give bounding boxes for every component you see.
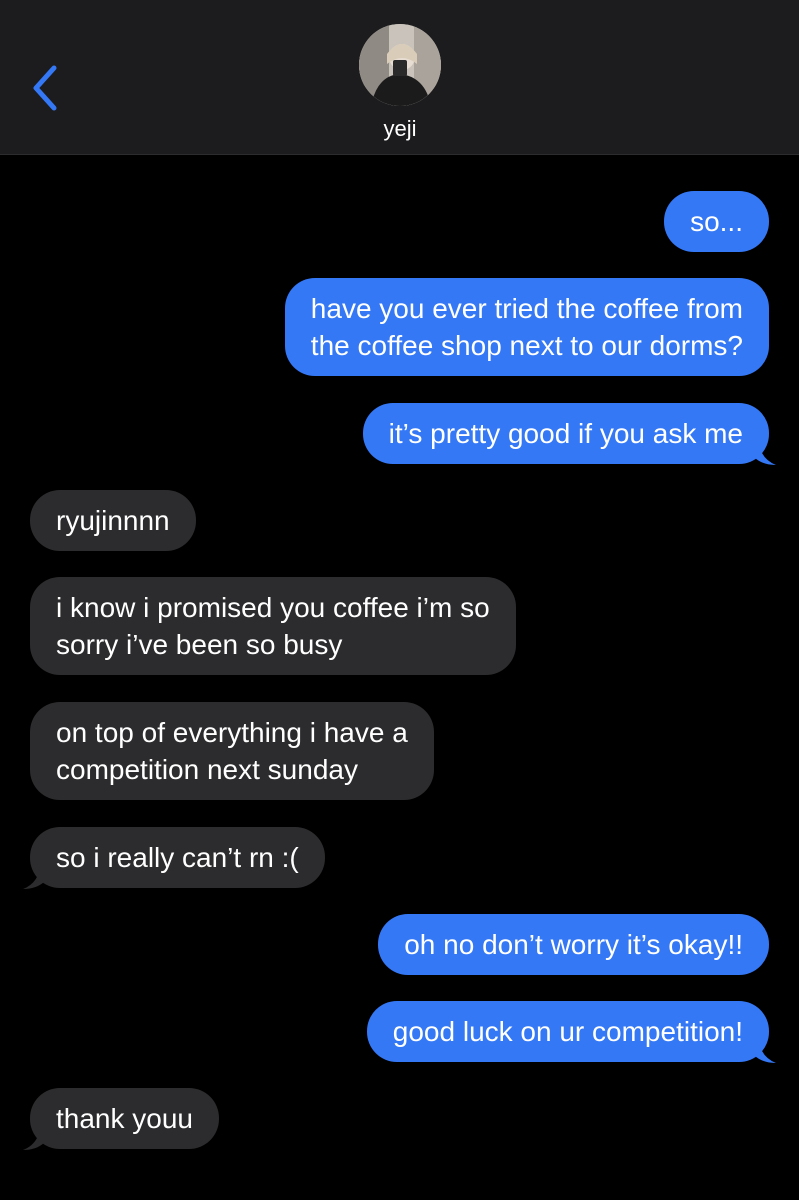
message-bubble-sent[interactable]: it’s pretty good if you ask me — [362, 403, 776, 465]
bubble-tail — [754, 1037, 776, 1063]
chevron-left-icon — [33, 65, 57, 111]
message-text: have you ever tried the coffee from — [310, 293, 743, 324]
message-text: the coffee shop next to our dorms? — [310, 330, 743, 361]
message-text: sorry i’ve been so busy — [56, 629, 343, 660]
message-text: thank youu — [56, 1103, 193, 1134]
message-bubble-sent[interactable]: so... — [664, 191, 769, 252]
message-bubble-received[interactable]: thank youu — [23, 1088, 219, 1150]
message-text: good luck on ur competition! — [392, 1016, 743, 1047]
bubble-tail — [23, 863, 45, 889]
message-bubble-sent[interactable]: oh no don’t worry it’s okay!! — [378, 914, 769, 975]
message-bubble-received[interactable]: ryujinnnn — [30, 490, 196, 551]
bubble-tail — [754, 439, 776, 465]
message-bubble-sent[interactable]: good luck on ur competition! — [366, 1001, 776, 1063]
message-text: it’s pretty good if you ask me — [388, 418, 743, 449]
message-bubble-received[interactable]: i know i promised you coffee i’m so sorr… — [30, 577, 516, 675]
message-bubble-received[interactable]: so i really can’t rn :( — [23, 827, 325, 889]
conversation-header: yeji — [0, 0, 799, 155]
message-bubble-received[interactable]: on top of everything i have a competitio… — [30, 702, 434, 800]
bubble-tail — [23, 1124, 45, 1150]
message-bubble-sent[interactable]: have you ever tried the coffee from the … — [284, 278, 769, 376]
back-button[interactable] — [24, 58, 68, 118]
message-text: so... — [690, 206, 743, 237]
avatar[interactable] — [359, 24, 441, 106]
avatar-photo — [359, 24, 441, 106]
message-text: i know i promised you coffee i’m so — [56, 592, 490, 623]
message-text: competition next sunday — [56, 754, 358, 785]
message-text: so i really can’t rn :( — [56, 842, 299, 873]
message-text: on top of everything i have a — [56, 717, 408, 748]
message-text: ryujinnnn — [56, 505, 170, 536]
message-text: oh no don’t worry it’s okay!! — [404, 929, 743, 960]
contact-name[interactable]: yeji — [300, 116, 500, 142]
message-thread[interactable]: so... have you ever tried the coffee fro… — [0, 155, 799, 1200]
